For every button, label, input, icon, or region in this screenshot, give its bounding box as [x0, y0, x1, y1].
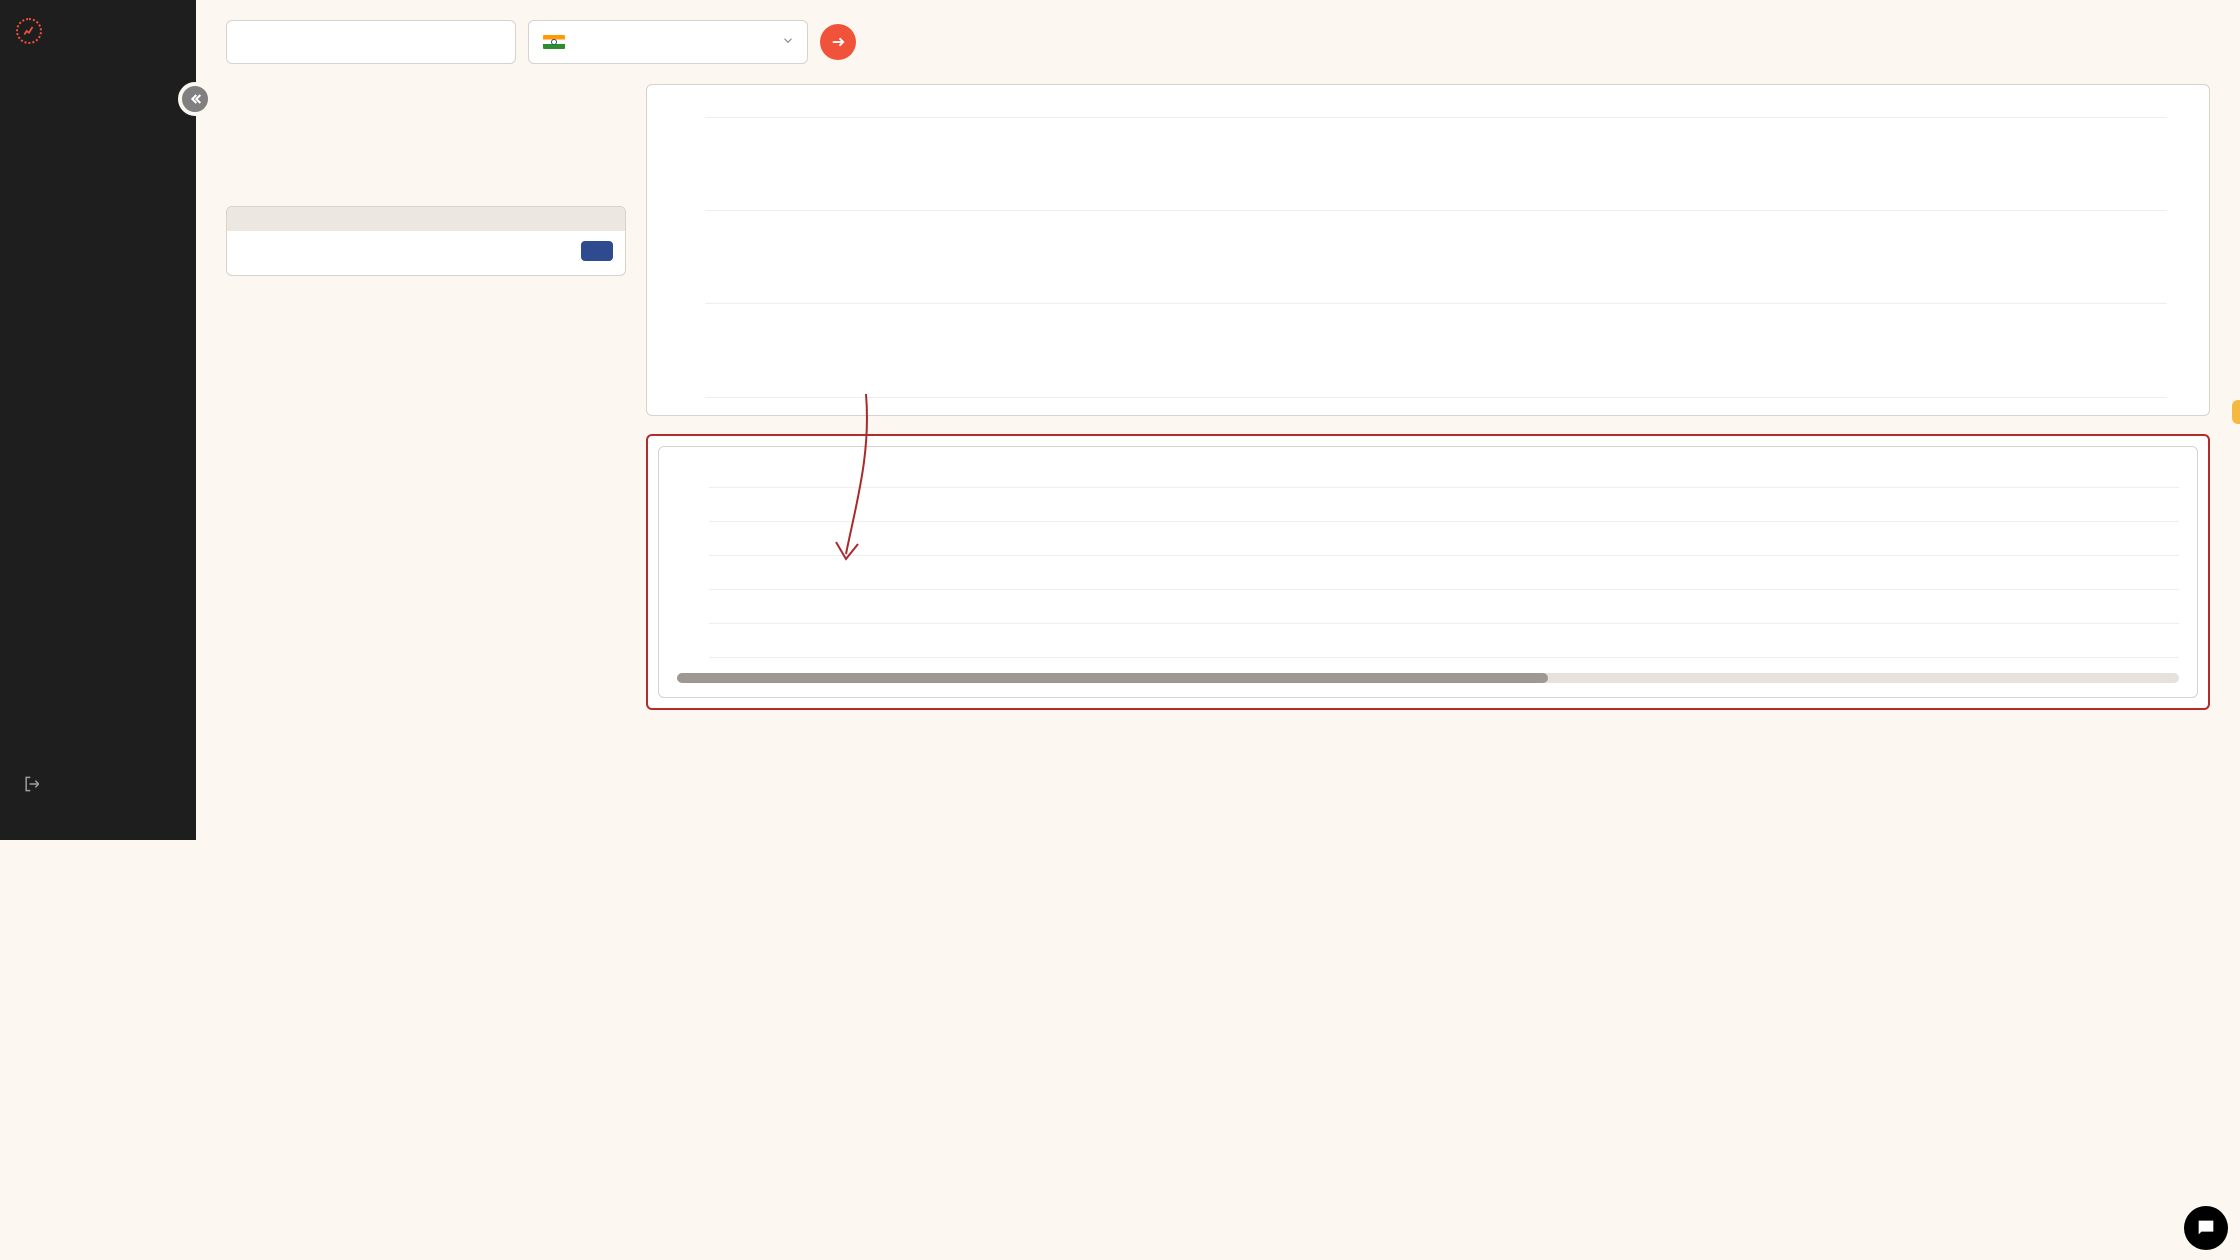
organic-traffic-card — [646, 84, 2210, 416]
go-button[interactable] — [820, 24, 856, 60]
chat-button[interactable] — [2184, 1206, 2228, 1250]
seo-ranking-plot — [709, 487, 2179, 657]
organic-traffic-plot — [705, 117, 2167, 397]
logout-icon — [16, 768, 48, 800]
nav — [0, 74, 196, 750]
keywords-table — [226, 206, 626, 276]
view-all-button[interactable] — [581, 241, 613, 261]
domain-input[interactable] — [226, 20, 516, 64]
logo — [0, 0, 196, 74]
feedback-tab[interactable] — [2232, 400, 2240, 424]
keywords-table-head — [227, 207, 625, 231]
topbar — [226, 20, 2210, 64]
chevron-down-icon — [781, 34, 795, 51]
main — [196, 0, 2240, 840]
seo-ranking-highlight — [646, 434, 2210, 710]
logout-button[interactable] — [0, 750, 196, 840]
right-column — [646, 84, 2210, 710]
seo-ranking-card — [658, 446, 2198, 698]
seo-scrollbar[interactable] — [677, 673, 2179, 683]
logo-icon — [16, 18, 42, 44]
flag-india-icon — [543, 35, 565, 49]
collapse-sidebar-button[interactable] — [178, 82, 212, 116]
left-column — [226, 84, 626, 710]
sidebar — [0, 0, 196, 840]
country-select[interactable] — [528, 20, 808, 64]
